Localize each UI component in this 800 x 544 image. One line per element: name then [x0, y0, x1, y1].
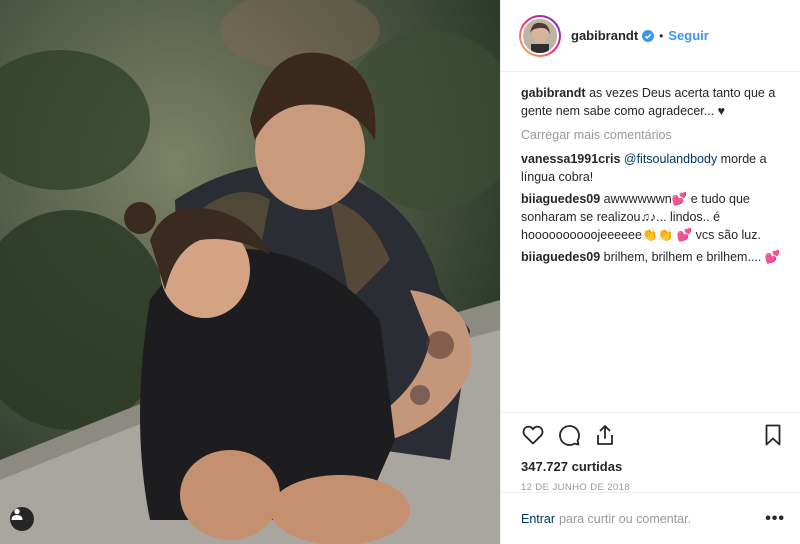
comments-list: gabibrandt as vezes Deus acerta tanto qu…: [501, 72, 800, 412]
login-link[interactable]: Entrar: [521, 512, 555, 526]
likes-count[interactable]: 347.727 curtidas: [521, 459, 785, 474]
add-comment-prompt: para curtir ou comentar.: [559, 511, 692, 526]
comment-item: biiaguedes09 brilhem, brilhem e brilhem.…: [521, 248, 784, 266]
heart-emoji: 💕: [671, 192, 688, 206]
add-comment-bar: Entrar para curtir ou comentar. •••: [501, 492, 800, 544]
comment-item: vanessa1991cris @fitsoulandbody morde a …: [521, 150, 784, 186]
comment-mention[interactable]: @fitsoulandbody: [624, 152, 717, 166]
comment-icon[interactable]: [557, 423, 581, 447]
more-options-icon[interactable]: •••: [765, 510, 785, 528]
caption: gabibrandt as vezes Deus acerta tanto qu…: [521, 84, 784, 120]
comment-text: brilhem, brilhem e brilhem....: [600, 250, 762, 264]
comment-username[interactable]: vanessa1991cris: [521, 152, 620, 166]
post-header: gabibrandt • Seguir: [501, 0, 800, 72]
comment-text: awwwwwwn: [600, 192, 672, 206]
verified-badge-icon: [642, 29, 655, 42]
avatar: [521, 16, 559, 55]
heart-emoji: 💕: [676, 228, 693, 242]
comment-text: vcs são luz.: [692, 228, 761, 242]
user-tag-button[interactable]: [10, 507, 34, 531]
share-icon[interactable]: [593, 423, 617, 447]
comment-item: biiaguedes09 awwwwwwn💕 e tudo que sonhar…: [521, 190, 784, 244]
load-more-comments-button[interactable]: Carregar mais comentários: [521, 126, 784, 144]
clap-emoji: 👏👏: [641, 228, 674, 242]
heart-icon[interactable]: [521, 423, 545, 447]
separator-dot: •: [659, 28, 664, 43]
post-photo[interactable]: [0, 0, 500, 544]
username[interactable]: gabibrandt: [571, 28, 638, 43]
action-icons: [521, 423, 785, 447]
caption-username[interactable]: gabibrandt: [521, 86, 586, 100]
post-actions: 347.727 curtidas 12 de junho de 2018: [501, 412, 800, 493]
avatar-story-ring[interactable]: [519, 14, 561, 57]
comment-username[interactable]: biiaguedes09: [521, 250, 600, 264]
user-tag-icon: [11, 508, 23, 520]
bookmark-icon[interactable]: [761, 423, 785, 447]
comment-username[interactable]: biiaguedes09: [521, 192, 600, 206]
photo-illustration: [0, 0, 500, 544]
follow-button[interactable]: Seguir: [668, 28, 708, 43]
post-side-panel: gabibrandt • Seguir gabibrandt as vezes …: [500, 0, 800, 544]
heart-emoji: 💕: [764, 250, 781, 264]
